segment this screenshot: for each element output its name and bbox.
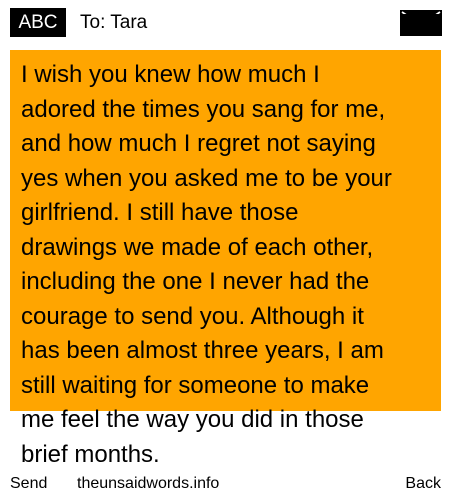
recipient-field[interactable]: To: Tara <box>80 8 147 37</box>
site-label: theunsaidwords.info <box>77 475 220 492</box>
send-button[interactable]: Send <box>10 472 47 496</box>
message-body[interactable]: I wish you knew how much I adored the ti… <box>21 58 436 472</box>
softkey-bar: Send theunsaidwords.info Back <box>0 472 450 496</box>
input-mode-badge[interactable]: ABC <box>10 8 66 37</box>
message-header: ABC To: Tara <box>0 0 450 46</box>
back-button[interactable]: Back <box>405 472 441 496</box>
envelope-icon <box>400 10 442 36</box>
